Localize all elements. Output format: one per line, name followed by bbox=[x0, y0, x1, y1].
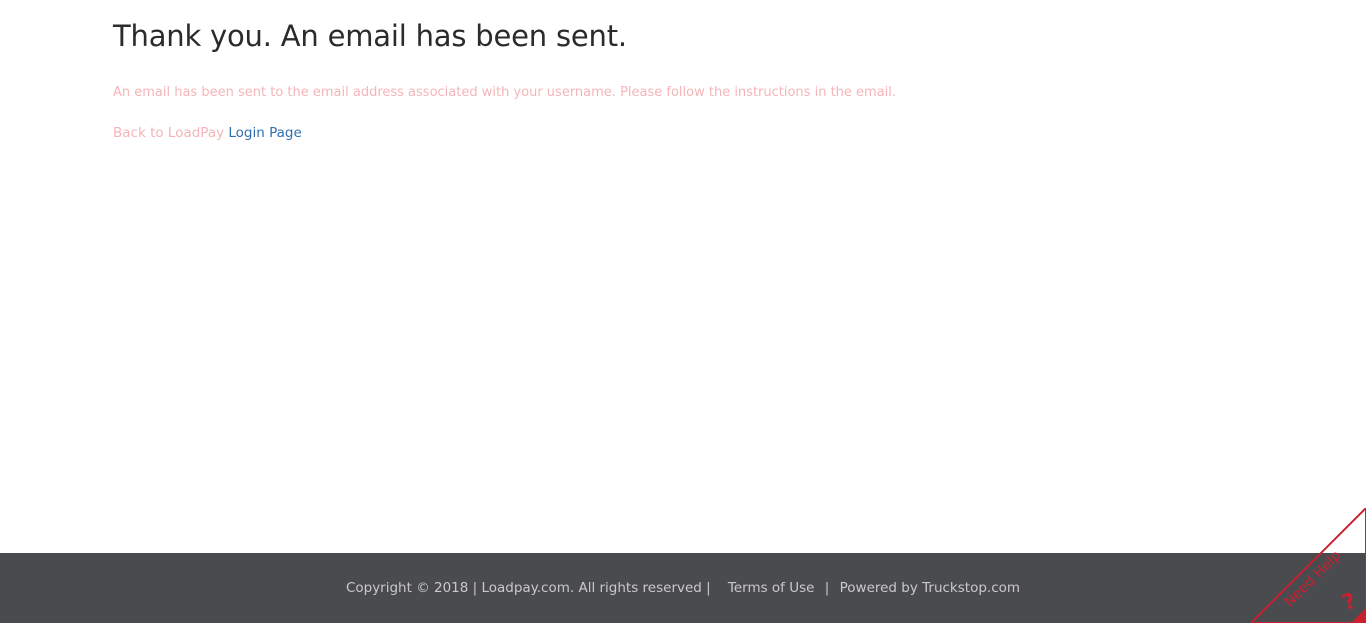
back-prefix-text: Back to LoadPay bbox=[113, 125, 225, 141]
footer-separator: | bbox=[824, 580, 830, 596]
main-content: Thank you. An email has been sent. An em… bbox=[113, 0, 1213, 141]
confirmation-message: An email has been sent to the email addr… bbox=[113, 85, 897, 100]
back-to-login-line: Back to LoadPay Login Page bbox=[113, 124, 302, 142]
footer-text-row: Copyright © 2018 | Loadpay.com. All righ… bbox=[0, 579, 1366, 597]
need-help-button[interactable]: Need Help ? bbox=[1251, 508, 1366, 623]
copyright-text: Copyright © 2018 | Loadpay.com. All righ… bbox=[345, 580, 711, 596]
footer: Copyright © 2018 | Loadpay.com. All righ… bbox=[0, 553, 1366, 623]
login-page-link[interactable]: Login Page bbox=[228, 125, 301, 141]
powered-by-link[interactable]: Powered by Truckstop.com bbox=[840, 580, 1020, 596]
page-title: Thank you. An email has been sent. bbox=[113, 19, 627, 53]
page: Thank you. An email has been sent. An em… bbox=[0, 0, 1366, 623]
terms-of-use-link[interactable]: Terms of Use bbox=[728, 580, 815, 596]
